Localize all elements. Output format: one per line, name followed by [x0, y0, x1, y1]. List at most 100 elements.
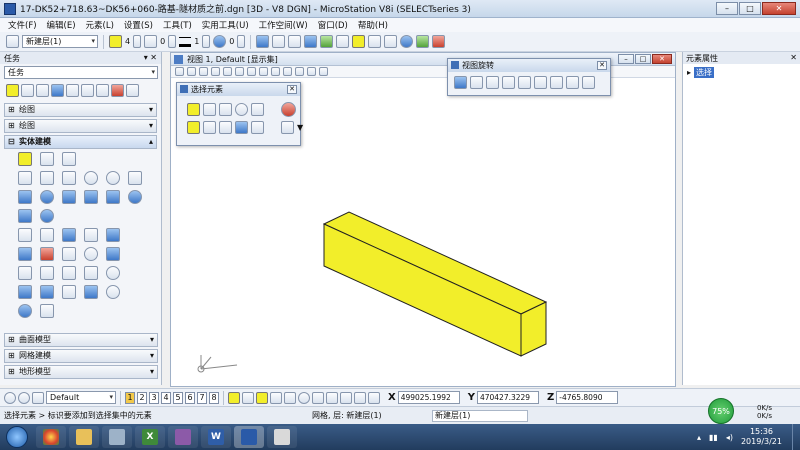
place-line-icon[interactable] [62, 152, 76, 166]
taper-icon[interactable] [40, 266, 54, 280]
palette-titlebar[interactable]: 选择元素 ✕ [177, 83, 300, 96]
front-view-icon[interactable] [486, 76, 499, 89]
rotate-view-icon[interactable] [454, 76, 467, 89]
rotate-icon[interactable] [126, 84, 139, 97]
update-view-icon[interactable] [199, 67, 208, 76]
minimize-button[interactable]: – [716, 2, 738, 15]
accudraw-icon[interactable] [368, 35, 382, 48]
palette-menu-icon[interactable]: ▼ [297, 123, 303, 132]
menu-tools[interactable]: 工具(T) [163, 19, 192, 31]
color-dropdown-icon[interactable] [133, 35, 142, 48]
bottom-view-icon[interactable] [550, 76, 563, 89]
clock[interactable]: 15:36 2019/3/21 [741, 427, 782, 447]
view-1-button[interactable]: 1 [125, 391, 135, 404]
view-6-button[interactable]: 6 [185, 391, 195, 404]
zoom-out-icon[interactable] [223, 67, 232, 76]
select-options-icon[interactable] [281, 102, 296, 117]
snap-parallel-icon[interactable] [340, 391, 352, 404]
add-selection-icon[interactable] [203, 121, 216, 134]
isometric-view-icon[interactable] [566, 76, 579, 89]
zoom-in-icon[interactable] [211, 67, 220, 76]
weight-dropdown-icon[interactable] [202, 35, 211, 48]
snap-bisector-icon[interactable] [354, 391, 366, 404]
menu-help[interactable]: 帮助(H) [358, 19, 388, 31]
delete-icon[interactable] [111, 84, 124, 97]
invert-selection-icon[interactable] [235, 121, 248, 134]
style-dropdown-icon[interactable] [168, 35, 177, 48]
section-surface-modeling[interactable]: ⊞ 曲面模型 ▾ [4, 333, 158, 347]
chamfer-icon[interactable] [84, 228, 98, 242]
line-mode-icon[interactable] [251, 103, 264, 116]
shell-icon[interactable] [106, 228, 120, 242]
snap-center-icon[interactable] [270, 391, 282, 404]
snap-tangent-icon[interactable] [312, 391, 324, 404]
view-7-button[interactable]: 7 [197, 391, 207, 404]
view-attributes-icon[interactable] [288, 35, 302, 48]
element-selection-tool-icon[interactable] [6, 84, 19, 97]
top-view-icon[interactable] [470, 76, 483, 89]
place-block-icon[interactable] [18, 171, 32, 185]
new-selection-icon[interactable] [187, 121, 200, 134]
view-close-button[interactable]: ✕ [652, 54, 672, 64]
extract-face-icon[interactable] [40, 304, 54, 318]
place-arc-tool-icon[interactable] [128, 171, 142, 185]
view-maximize-button[interactable]: □ [635, 54, 651, 64]
view-attributes-icon[interactable] [175, 67, 184, 76]
clear-selection-icon[interactable] [251, 121, 264, 134]
stitch-icon[interactable] [40, 285, 54, 299]
volume-icon[interactable]: ◂) [726, 433, 733, 442]
place-circle-icon[interactable] [84, 171, 98, 185]
snap-origin-icon[interactable] [284, 391, 296, 404]
display-style-icon[interactable] [304, 35, 318, 48]
taskbar-chrome[interactable] [36, 426, 66, 448]
taskbar-calculator[interactable] [102, 426, 132, 448]
menu-edit[interactable]: 编辑(E) [47, 19, 76, 31]
pan-view-icon[interactable] [271, 67, 280, 76]
start-button[interactable] [6, 426, 28, 448]
place-wedge-icon[interactable] [128, 190, 142, 204]
palette-titlebar[interactable]: 视图旋转 ✕ [448, 59, 610, 72]
menu-settings[interactable]: 设置(S) [124, 19, 153, 31]
snap-point-on-icon[interactable] [368, 391, 380, 404]
place-shape-icon[interactable] [40, 171, 54, 185]
view-previous-icon[interactable] [283, 67, 292, 76]
forward-icon[interactable] [18, 391, 30, 404]
remove-faces-icon[interactable] [40, 247, 54, 261]
references-icon[interactable] [352, 35, 366, 48]
left-view-icon[interactable] [518, 76, 531, 89]
place-torus-icon[interactable] [106, 190, 120, 204]
properties-close-icon[interactable]: ✕ [790, 53, 797, 63]
network-icon[interactable]: ▮▮ [709, 433, 718, 442]
modify-icon[interactable] [81, 84, 94, 97]
project-explorer-icon[interactable] [416, 35, 430, 48]
window-area-icon[interactable] [235, 67, 244, 76]
snap-nearest-icon[interactable] [242, 391, 254, 404]
taskbar-microstation[interactable] [234, 426, 264, 448]
move-icon[interactable] [96, 84, 109, 97]
convert-icon[interactable] [106, 266, 120, 280]
block-mode-icon[interactable] [203, 103, 216, 116]
section-solid-modeling[interactable]: ⊟ 实体建模 ▴ [4, 135, 157, 149]
tray-arrow-icon[interactable]: ▴ [697, 433, 701, 442]
window-titlebar[interactable]: 17-DK52+718.63~DK56+060-路基-隧材质之前.dgn [3D… [0, 0, 800, 18]
level-manager-icon[interactable] [6, 35, 19, 48]
view-3-button[interactable]: 3 [149, 391, 159, 404]
construct-icon[interactable] [84, 266, 98, 280]
fillet-icon[interactable] [62, 228, 76, 242]
element-selection-icon[interactable] [256, 35, 270, 48]
view-minimize-button[interactable]: – [618, 54, 634, 64]
taskbar-word[interactable]: W [201, 426, 231, 448]
right-iso-view-icon[interactable] [582, 76, 595, 89]
rotate-view-icon[interactable] [259, 67, 268, 76]
place-slab-icon[interactable] [18, 152, 32, 166]
taskbar-access[interactable]: X [135, 426, 165, 448]
fence-icon[interactable] [272, 35, 286, 48]
imprint-icon[interactable] [62, 266, 76, 280]
status-level-field[interactable]: 新建层(1) [432, 409, 528, 422]
align-faces-icon[interactable] [18, 266, 32, 280]
active-level-combo[interactable]: 新建层(1) [22, 35, 98, 48]
spin-face-icon[interactable] [84, 285, 98, 299]
menu-element[interactable]: 元素(L) [86, 19, 114, 31]
place-ellipse-icon[interactable] [106, 171, 120, 185]
place-cylinder-icon[interactable] [62, 190, 76, 204]
